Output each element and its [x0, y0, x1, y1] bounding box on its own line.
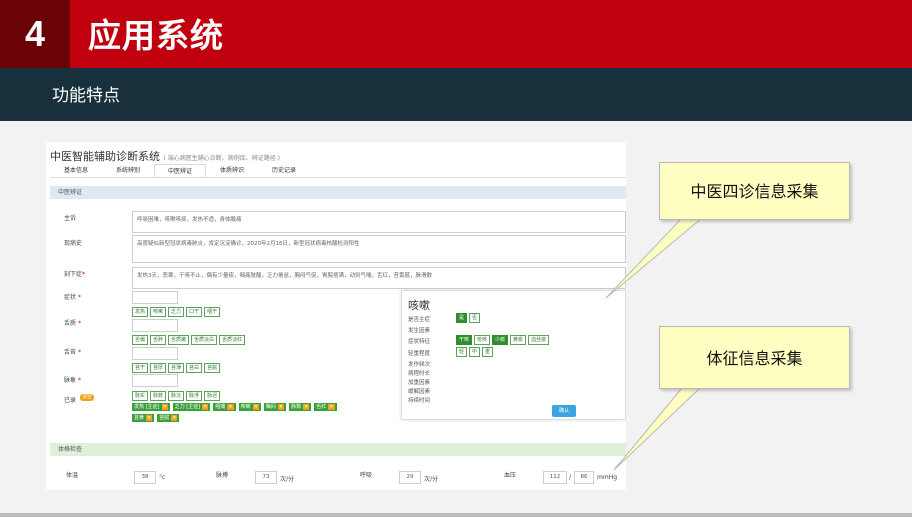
callout-four-diagnosis: 中医四诊信息采集: [659, 162, 850, 220]
callout-vital-signs: 体征信息采集: [659, 326, 850, 389]
bottom-divider: [0, 513, 912, 517]
slide: 4 应用系统 功能特点 中医智能辅助诊断系统 ( 端心病医生辅心诊断、病例库、辨…: [0, 0, 912, 517]
callout-pointers: [605, 217, 704, 471]
callout-pointer-vital-signs: [613, 387, 702, 471]
callout-pointer-four-diagnosis: [605, 217, 704, 299]
